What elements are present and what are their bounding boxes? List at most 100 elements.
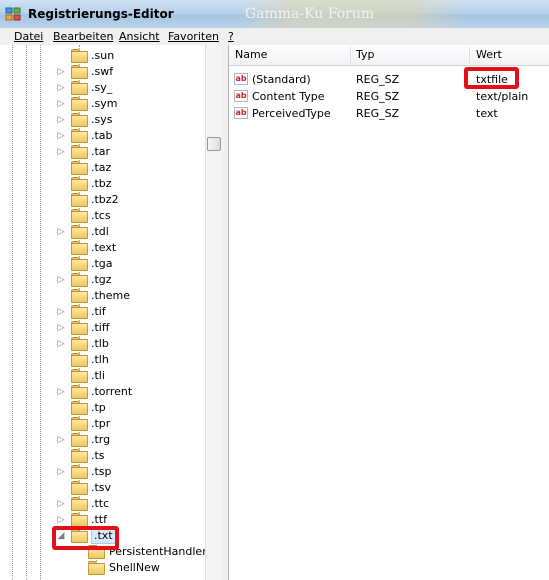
tree-scrollbar[interactable]: [205, 45, 222, 580]
registry-key-tree: .sun ▷ .swf ▷ .sy_ ▷ .sym ▷ .sys ▷ .tab ▷ .tar .taz .t…: [0, 45, 223, 580]
tree-item[interactable]: .tlh: [0, 352, 205, 368]
tree-item[interactable]: .tpr: [0, 416, 205, 432]
folder-icon: [71, 81, 88, 95]
expand-arrow-icon[interactable]: ▷: [56, 387, 66, 397]
tree-item[interactable]: ShellNew: [0, 560, 205, 576]
folder-icon: [88, 561, 105, 575]
tree-item[interactable]: ▷ .sy_: [0, 80, 205, 96]
tree-item[interactable]: ▷ .trg: [0, 432, 205, 448]
expand-arrow-icon[interactable]: ▷: [56, 435, 66, 445]
expand-arrow-icon[interactable]: ▷: [56, 499, 66, 509]
tree-item[interactable]: ▷ .tlb: [0, 336, 205, 352]
tree-item-label: .ts: [91, 449, 105, 462]
tree-item[interactable]: ▷ .tsp: [0, 464, 205, 480]
tree-item[interactable]: .tsv: [0, 480, 205, 496]
tree-item[interactable]: ▷ .tif: [0, 304, 205, 320]
folder-icon: [71, 449, 88, 463]
registry-value-row[interactable]: ab PerceivedType REG_SZ text: [229, 105, 549, 122]
expand-arrow-icon[interactable]: ▷: [56, 275, 66, 285]
tree-item-label: .taz: [91, 161, 112, 174]
tree-item[interactable]: ▷ .swf: [0, 64, 205, 80]
folder-icon: [71, 65, 88, 79]
tree-item[interactable]: .tli: [0, 368, 205, 384]
column-separator[interactable]: [469, 47, 470, 63]
folder-icon: [71, 161, 88, 175]
tree-item[interactable]: .tga: [0, 256, 205, 272]
column-separator[interactable]: [350, 47, 351, 63]
scrollbar-thumb[interactable]: [207, 137, 221, 151]
tree-item[interactable]: ▷ .ttc: [0, 496, 205, 512]
tree-item[interactable]: ▷ .tab: [0, 128, 205, 144]
folder-icon: [71, 465, 88, 479]
menu-datei[interactable]: Datei: [14, 30, 43, 43]
folder-icon: [71, 129, 88, 143]
value-type: REG_SZ: [356, 90, 400, 103]
registry-value-row[interactable]: ab Content Type REG_SZ text/plain: [229, 88, 549, 105]
key-highlight-box: [52, 526, 119, 550]
folder-icon: [71, 513, 88, 527]
menu-datei-label: Datei: [14, 30, 44, 43]
tree-item[interactable]: .tcs: [0, 208, 205, 224]
menu-help[interactable]: ?: [228, 30, 234, 43]
tree-item-label: .torrent: [91, 385, 133, 398]
expand-arrow-icon[interactable]: ▷: [56, 467, 66, 477]
tree-item[interactable]: .taz: [0, 160, 205, 176]
expand-arrow-icon[interactable]: ▷: [56, 515, 66, 525]
tree-item[interactable]: ▷ .sys: [0, 112, 205, 128]
tree-item[interactable]: .text: [0, 240, 205, 256]
expand-arrow-icon[interactable]: ▷: [56, 67, 66, 77]
tree-item-label: .sym: [91, 97, 118, 110]
column-value[interactable]: Wert: [476, 48, 502, 62]
menu-bearbeiten[interactable]: Bearbeiten: [53, 30, 113, 43]
string-value-icon: ab: [234, 107, 248, 119]
tree-item-label: .tar: [91, 145, 111, 158]
tree-item-label: .tlb: [91, 337, 109, 350]
tree-item[interactable]: .sun: [0, 48, 205, 64]
menu-bar: Datei Bearbeiten Ansicht Favoriten ?: [0, 28, 549, 46]
expand-arrow-icon[interactable]: ▷: [56, 339, 66, 349]
tree-item[interactable]: .tp: [0, 400, 205, 416]
tree-item[interactable]: ▷ .torrent: [0, 384, 205, 400]
tree-item-label: PersistentHandler: [109, 545, 207, 558]
tree-item[interactable]: .ts: [0, 448, 205, 464]
expand-arrow-icon[interactable]: ▷: [56, 307, 66, 317]
tree-item[interactable]: ▷ .tgz: [0, 272, 205, 288]
tree-item[interactable]: .tbz2: [0, 192, 205, 208]
tree-item-label: .ttc: [91, 497, 110, 510]
tree-item-label: .sys: [91, 113, 113, 126]
folder-icon: [71, 225, 88, 239]
menu-ansicht[interactable]: Ansicht: [119, 30, 160, 43]
tree-item[interactable]: .tbz: [0, 176, 205, 192]
tree-item[interactable]: ▷ .tar: [0, 144, 205, 160]
column-name[interactable]: Name: [235, 48, 267, 62]
tree-item[interactable]: ▷ .tdl: [0, 224, 205, 240]
expand-arrow-icon[interactable]: ▷: [56, 83, 66, 93]
folder-icon: [71, 241, 88, 255]
menu-favoriten-label: Favoriten: [168, 30, 219, 43]
folder-icon: [71, 369, 88, 383]
folder-icon: [71, 497, 88, 511]
tree-item-label: .tgz: [91, 273, 112, 286]
menu-bearbeiten-label: Bearbeiten: [53, 30, 114, 43]
expand-arrow-icon[interactable]: ▷: [56, 323, 66, 333]
tree-item[interactable]: .theme: [0, 288, 205, 304]
expand-arrow-icon[interactable]: ▷: [56, 147, 66, 157]
folder-icon: [71, 177, 88, 191]
column-type[interactable]: Typ: [356, 48, 375, 62]
tree-item-label: .tab: [91, 129, 113, 142]
tree-item[interactable]: ▷ .tiff: [0, 320, 205, 336]
background-watermark: Gamma-Ku Forum: [235, 0, 465, 28]
menu-ansicht-label: Ansicht: [119, 30, 160, 43]
menu-favoriten[interactable]: Favoriten: [168, 30, 219, 43]
expand-arrow-icon[interactable]: ▷: [56, 99, 66, 109]
expand-arrow-icon[interactable]: ▷: [56, 115, 66, 125]
expand-arrow-icon[interactable]: ▷: [56, 227, 66, 237]
tree-item[interactable]: ▷ .sym: [0, 96, 205, 112]
tree-item-label: .tlh: [91, 353, 109, 366]
expand-arrow-icon[interactable]: ▷: [56, 131, 66, 141]
